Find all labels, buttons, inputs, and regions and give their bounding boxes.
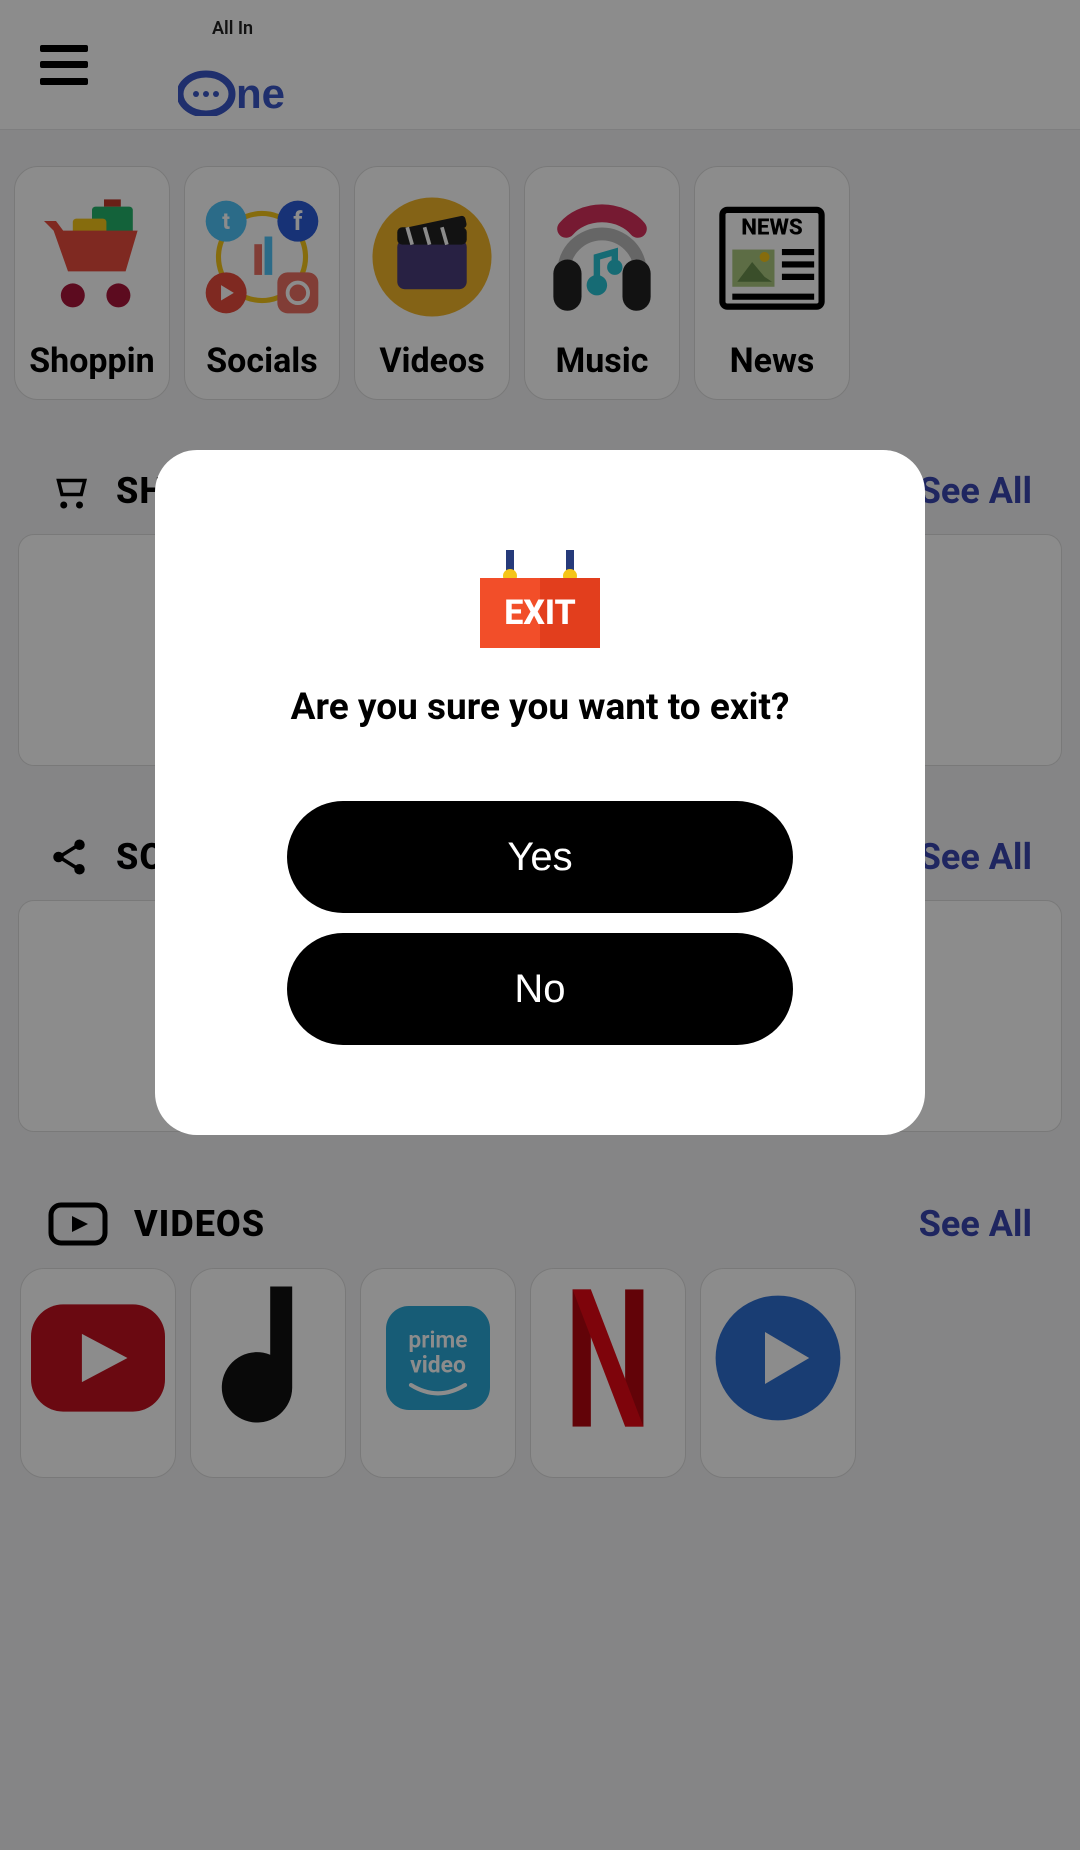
svg-text:EXIT: EXIT [504, 593, 576, 633]
exit-sign-icon: EXIT [480, 550, 600, 646]
exit-dialog: EXIT Are you sure you want to exit? Yes … [155, 450, 925, 1135]
modal-overlay[interactable]: EXIT Are you sure you want to exit? Yes … [0, 0, 1080, 1850]
dialog-message: Are you sure you want to exit? [291, 686, 790, 729]
yes-button[interactable]: Yes [287, 801, 793, 913]
no-button[interactable]: No [287, 933, 793, 1045]
